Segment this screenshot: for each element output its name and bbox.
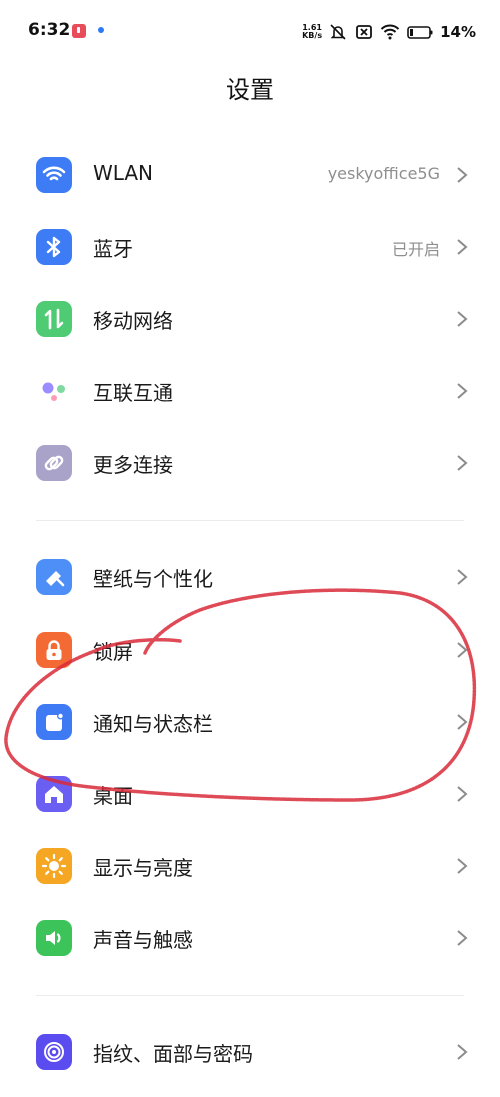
settings-row-label: 显示与亮度 (93, 856, 193, 880)
settings-row-label: 桌面 (93, 784, 133, 808)
mute-icon (330, 24, 346, 40)
settings-row-label: WLAN (93, 161, 154, 185)
settings-row-label: 指纹、面部与密码 (93, 1042, 253, 1066)
chevron-right-icon (457, 786, 468, 802)
sound-icon (36, 920, 72, 956)
chevron-right-icon (457, 1044, 468, 1060)
notification-icon (36, 704, 72, 740)
settings-row-bluetooth[interactable]: 蓝牙 已开启 (0, 211, 500, 283)
settings-row-wallpaper[interactable]: 壁纸与个性化 (0, 541, 500, 613)
wifi-icon (36, 157, 72, 193)
settings-row-interconnect[interactable]: 互联互通 (0, 355, 500, 427)
brightness-icon (36, 848, 72, 884)
link-icon (36, 445, 72, 481)
lock-icon (36, 632, 72, 668)
chevron-right-icon (457, 455, 468, 471)
settings-row-label: 更多连接 (93, 453, 173, 477)
settings-row-biometrics[interactable]: 指纹、面部与密码 (0, 1016, 500, 1088)
chevron-right-icon (457, 642, 468, 658)
wallpaper-icon (36, 559, 72, 595)
chevron-right-icon (457, 714, 468, 730)
app-notification-icon (72, 24, 86, 38)
battery-percent: 14% (440, 23, 476, 41)
settings-row-sound[interactable]: 声音与触感 (0, 902, 500, 974)
settings-row-lock-screen[interactable]: 锁屏 (0, 614, 500, 686)
settings-row-home-screen[interactable]: 桌面 (0, 758, 500, 830)
chevron-right-icon (457, 167, 468, 183)
bluetooth-icon (36, 229, 72, 265)
home-icon (36, 776, 72, 812)
settings-row-label: 壁纸与个性化 (93, 567, 213, 591)
chevron-right-icon (457, 239, 468, 255)
chevron-right-icon (457, 383, 468, 399)
section-divider (36, 995, 464, 996)
wifi-status-icon (380, 24, 400, 40)
battery-icon (407, 26, 433, 39)
status-icons: 1.61 KB/s 14% (302, 20, 476, 44)
settings-row-display[interactable]: 显示与亮度 (0, 830, 500, 902)
network-speed: 1.61 KB/s (302, 24, 322, 40)
settings-row-more-connections[interactable]: 更多连接 (0, 427, 500, 499)
settings-row-label: 互联互通 (93, 381, 173, 405)
network-speed-unit: KB/s (302, 31, 323, 40)
chevron-right-icon (457, 858, 468, 874)
no-sim-icon (356, 25, 372, 39)
settings-row-notifications[interactable]: 通知与状态栏 (0, 686, 500, 758)
status-bar: 6:32 1.61 KB/s 14% (0, 0, 500, 62)
location-dot-icon (98, 27, 104, 33)
chevron-right-icon (457, 930, 468, 946)
settings-row-wlan[interactable]: WLAN yeskyoffice5G (0, 139, 500, 211)
settings-row-label: 声音与触感 (93, 928, 193, 952)
chevron-right-icon (457, 311, 468, 327)
settings-row-label: 移动网络 (93, 309, 173, 333)
mobile-data-icon (36, 301, 72, 337)
settings-row-label: 通知与状态栏 (93, 712, 213, 736)
settings-row-label: 锁屏 (93, 640, 133, 664)
settings-row-value: yeskyoffice5G (327, 164, 440, 183)
interconnect-icon (36, 373, 72, 409)
fingerprint-icon (36, 1034, 72, 1070)
section-divider (36, 520, 464, 521)
settings-row-mobile-network[interactable]: 移动网络 (0, 283, 500, 355)
settings-row-value: 已开启 (391, 240, 440, 259)
chevron-right-icon (457, 569, 468, 585)
page-title: 设置 (226, 76, 274, 104)
settings-row-label: 蓝牙 (93, 237, 133, 261)
status-time: 6:32 (28, 20, 71, 40)
